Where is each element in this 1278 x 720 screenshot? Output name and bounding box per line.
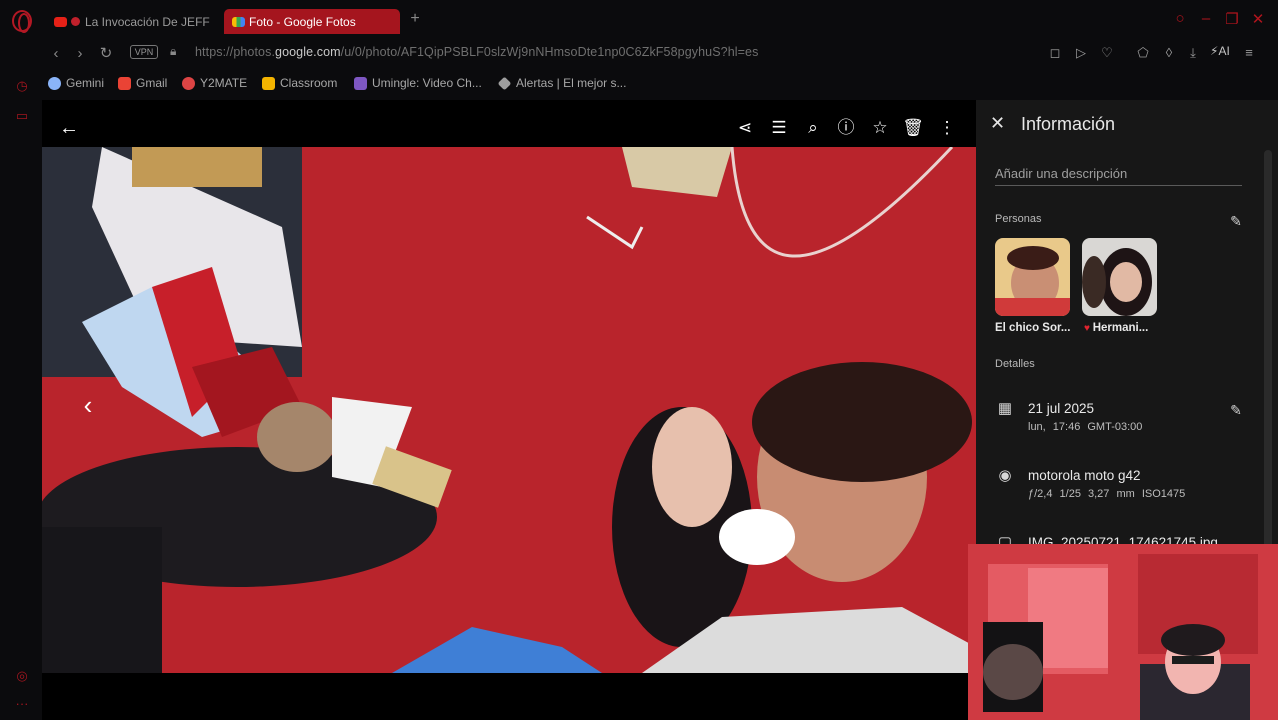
person-name-row[interactable]: ♥ Hermani... [1084,322,1148,334]
bookmark-label: Gemini [66,76,105,90]
screen: ◷ ▭ ◎ ··· La Invocación De JEFF Foto - G… [0,0,1278,720]
bookmark-label: Umingle: Video Ch... [372,76,482,90]
edit-people-icon[interactable]: ✎ [1228,213,1244,229]
drop-icon[interactable]: ◊ [1160,44,1178,62]
calendar-icon: ▦ [997,400,1013,417]
back-arrow-icon[interactable]: ← [57,116,81,140]
audio-icon [71,17,80,26]
star-icon[interactable]: ☆ [868,116,892,140]
photo-illustration [42,147,976,673]
bookmark-label: Y2MATE [200,76,248,90]
bookmark-gemini[interactable]: Gemini [48,76,104,90]
new-tab-button[interactable]: + [406,10,424,32]
classroom-icon [262,76,275,90]
history-icon[interactable]: ◷ [14,78,30,94]
url-host: google.com [275,45,341,59]
zoom-icon[interactable]: ⌕ [801,116,825,140]
bookmark-label: Classroom [280,76,338,90]
gmail-icon [118,76,131,90]
menu-icon[interactable]: ≡ [1240,44,1258,62]
info-icon[interactable]: ⓘ [834,116,858,140]
person-name: Hermani... [1092,322,1149,334]
info-scrollbar[interactable] [1264,150,1272,550]
browser-sidebar: ◷ ▭ ◎ ··· [0,0,42,720]
opera-logo-icon[interactable] [12,10,32,33]
person-thumbnail[interactable] [995,238,1070,316]
delete-icon[interactable]: 🗑︎ [901,116,925,140]
camera-icon: ◉ [998,467,1012,484]
maximize-button[interactable]: ❐ [1222,10,1242,28]
umingle-icon [354,76,367,90]
ai-label: AI [1218,44,1230,58]
tab-label: La Invocación De JEFF [85,14,210,29]
photo-image [42,147,976,673]
minimize-button[interactable]: – [1196,10,1216,27]
sidebar-more-icon[interactable]: ··· [14,696,30,712]
bookmark-gmail[interactable]: Gmail [118,76,167,90]
play-icon[interactable]: ▷ [1072,44,1090,62]
date-sub: lun, 17:46 GMT-03:00 [1028,421,1143,433]
url-path: /u/0/photo/AF1QipPSBLF0slzWj9nNHmsoDte1n… [340,45,759,59]
heart-icon[interactable]: ♡ [1098,44,1116,62]
bookmark-classroom[interactable]: Classroom [262,76,337,90]
tab-youtube[interactable]: La Invocación De JEFF [46,9,218,34]
webcam-overlay [968,544,1278,720]
close-window-button[interactable]: ✕ [1248,10,1268,28]
share-icon[interactable]: ⋖ [733,116,757,140]
camera-sub: ƒ/2,4 1/25 3,27 mm ISO1475 [1028,488,1186,500]
url-field[interactable]: https://photos.google.com/u/0/photo/AF1Q… [195,45,758,59]
details-heading: Detalles [995,358,1035,370]
address-bar: ‹ › ↻ VPN 🔒︎ https://photos.google.com/u… [42,40,1278,68]
wallet-icon[interactable]: ▭ [14,108,30,124]
more-icon[interactable]: ⋮ [935,116,959,140]
heart-icon: ♥ [1084,323,1093,334]
description-field[interactable]: Añadir una descripción [995,166,1242,186]
bookmark-alertas[interactable]: Alertas | El mejor s... [497,76,627,90]
gemini-icon [48,76,61,90]
tab-google-photos[interactable]: Foto - Google Fotos [224,9,400,34]
edit-icon[interactable]: ☰ [767,116,791,140]
previous-photo-button[interactable]: ‹ [70,387,106,423]
reload-button[interactable]: ↻ [96,44,116,64]
ai-button[interactable]: ⚡︎AI [1210,44,1230,58]
tab-strip: La Invocación De JEFF Foto - Google Foto… [42,0,1278,40]
alertas-icon [497,76,512,90]
bookmarks-bar: Gemini Gmail Y2MATE Classroom Umingle: V… [42,68,1278,100]
lock-icon[interactable]: 🔒︎ [170,44,182,60]
close-info-button[interactable]: ✕ [990,114,1008,132]
youtube-icon [54,16,67,27]
google-photos-icon [232,16,245,27]
url-prefix: https://photos. [195,45,276,59]
tab-label: Foto - Google Fotos [249,14,356,29]
photo-viewer: ← ⋖ ☰ ⌕ ⓘ ☆ 🗑︎ ⋮ ‹ [42,100,976,720]
y2mate-icon [182,76,195,90]
camera-main: motorola moto g42 [1028,468,1141,483]
person-face [1082,238,1157,316]
bookmark-y2mate[interactable]: Y2MATE [182,76,247,90]
vpn-badge[interactable]: VPN [130,45,158,59]
bookmark-label: Alertas | El mejor s... [516,76,627,90]
edit-date-icon[interactable]: ✎ [1228,402,1244,418]
bookmark-label: Gmail [136,76,168,90]
snapshot-icon[interactable]: ◻ [1046,44,1064,62]
person-face [995,238,1070,316]
webcam-image [968,544,1278,720]
info-title: Información [1021,114,1116,134]
bookmark-umingle[interactable]: Umingle: Video Ch... [354,76,482,90]
person-thumbnail[interactable] [1082,238,1157,316]
forward-button[interactable]: › [70,44,90,64]
date-main: 21 jul 2025 [1028,401,1095,416]
extensions-icon[interactable]: ⬠ [1134,44,1152,62]
person-name[interactable]: El chico Sor... [995,322,1070,334]
search-tabs-icon[interactable]: ○ [1170,10,1190,27]
people-heading: Personas [995,213,1042,225]
gamepad-icon[interactable]: ◎ [14,668,30,684]
back-button[interactable]: ‹ [46,44,66,64]
download-icon[interactable]: ⤓ [1184,44,1202,62]
